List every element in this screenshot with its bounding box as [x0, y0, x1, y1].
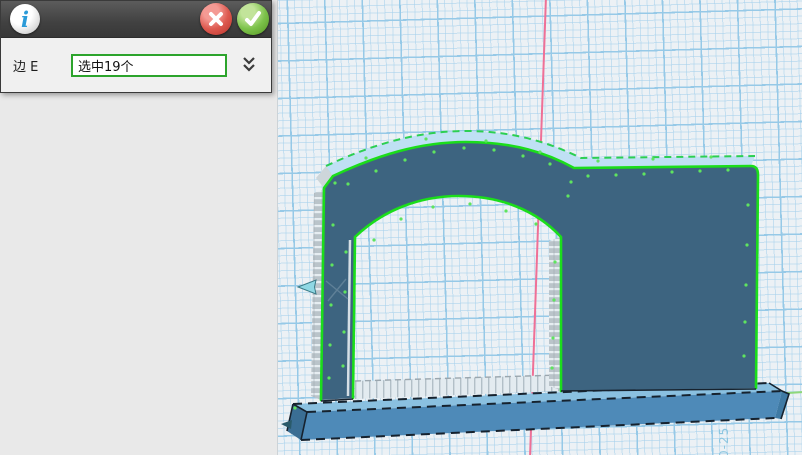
model-scene: 0-25 [278, 0, 802, 455]
info-icon: i [10, 4, 40, 34]
edge-field-label: 边 E [9, 56, 71, 75]
cancel-icon [207, 10, 225, 28]
cancel-button[interactable] [200, 3, 232, 35]
model-front-face[interactable] [321, 142, 758, 400]
arch-plate-model[interactable] [293, 131, 758, 410]
selection-count-input[interactable] [71, 54, 227, 77]
tool-panel: i 边 E [0, 0, 278, 455]
confirm-button[interactable] [237, 3, 269, 35]
selected-opening-edges[interactable] [353, 196, 561, 398]
dialog-body: 边 E [1, 38, 271, 92]
expand-chevron-icon[interactable] [241, 56, 257, 74]
3d-viewport[interactable]: 0-25 [278, 0, 802, 455]
grid-coordinate-label: 0-25 [717, 427, 731, 455]
opening-right-side-face [549, 237, 560, 390]
drag-arrow-icon[interactable] [298, 280, 316, 294]
edge-selection-dialog: i 边 E [0, 0, 272, 93]
confirm-icon [243, 9, 263, 29]
base-drag-arrow-icon[interactable] [281, 420, 292, 429]
dialog-titlebar: i [1, 1, 271, 38]
